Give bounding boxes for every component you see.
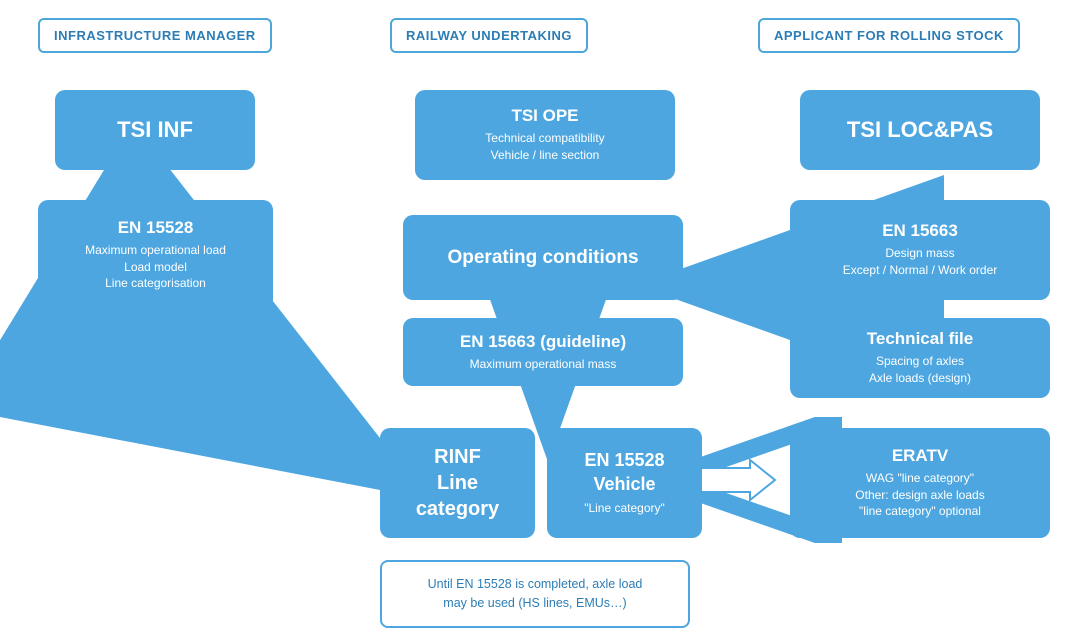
eratv-box: ERATV WAG "line category"Other: design a… xyxy=(790,428,1050,538)
en15663-right-box: EN 15663 Design massExcept / Normal / Wo… xyxy=(790,200,1050,300)
technical-file-title: Technical file xyxy=(867,329,973,349)
operating-conditions-title: Operating conditions xyxy=(447,247,638,269)
tsi-locpas-box: TSI LOC&PAS xyxy=(800,90,1040,170)
eratv-subtitle: WAG "line category"Other: design axle lo… xyxy=(855,470,984,520)
en15528-left-subtitle: Maximum operational loadLoad modelLine c… xyxy=(85,242,226,292)
en15528-vehicle-box: EN 15528Vehicle "Line category" xyxy=(547,428,702,538)
technical-file-box: Technical file Spacing of axlesAxle load… xyxy=(790,318,1050,398)
en15528-left-box: EN 15528 Maximum operational loadLoad mo… xyxy=(38,200,273,310)
header-infrastructure: INFRASTRUCTURE MANAGER xyxy=(38,18,272,53)
en15528-vehicle-subtitle: "Line category" xyxy=(584,500,665,517)
header-applicant: APPLICANT FOR ROLLING STOCK xyxy=(758,18,1020,53)
en15663-right-title: EN 15663 xyxy=(882,221,958,241)
operating-conditions-box: Operating conditions xyxy=(403,215,683,300)
header-railway: RAILWAY UNDERTAKING xyxy=(390,18,588,53)
tsi-ope-title: TSI OPE xyxy=(511,106,578,126)
tsi-locpas-title: TSI LOC&PAS xyxy=(847,117,993,143)
en15663-guideline-title: EN 15663 (guideline) xyxy=(460,332,626,352)
diagram: INFRASTRUCTURE MANAGER RAILWAY UNDERTAKI… xyxy=(0,0,1082,644)
en15663-guideline-box: EN 15663 (guideline) Maximum operational… xyxy=(403,318,683,386)
rinf-box: RINFLinecategory xyxy=(380,428,535,538)
rinf-title: RINFLinecategory xyxy=(416,444,499,522)
tsi-ope-subtitle: Technical compatibilityVehicle / line se… xyxy=(485,130,604,164)
en15528-vehicle-title: EN 15528Vehicle xyxy=(584,449,664,496)
en15663-right-subtitle: Design massExcept / Normal / Work order xyxy=(843,245,998,279)
tsi-inf-title: TSI INF xyxy=(117,117,193,143)
technical-file-subtitle: Spacing of axlesAxle loads (design) xyxy=(869,353,971,387)
eratv-title: ERATV xyxy=(892,446,948,466)
tsi-ope-box: TSI OPE Technical compatibilityVehicle /… xyxy=(415,90,675,180)
en15663-guideline-subtitle: Maximum operational mass xyxy=(470,356,617,373)
note-text: Until EN 15528 is completed, axle loadma… xyxy=(428,575,643,613)
tsi-inf-box: TSI INF xyxy=(55,90,255,170)
note-box: Until EN 15528 is completed, axle loadma… xyxy=(380,560,690,628)
en15528-left-title: EN 15528 xyxy=(118,218,194,238)
